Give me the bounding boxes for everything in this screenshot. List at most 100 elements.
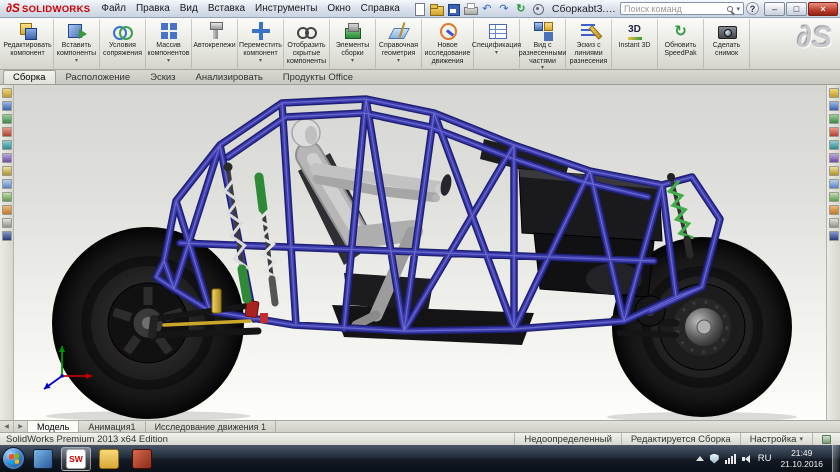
right-toolbar-icon[interactable] — [829, 218, 839, 228]
dropdown-arrow-icon[interactable]: ▾ — [167, 58, 170, 65]
menu-edit[interactable]: Правка — [131, 3, 175, 14]
menu-window[interactable]: Окно — [322, 3, 355, 14]
right-toolbar-icon[interactable] — [829, 179, 839, 189]
taskbar-app-solidworks[interactable]: SW — [61, 447, 91, 471]
left-toolbar-icon[interactable] — [2, 101, 12, 111]
options-gear-icon[interactable] — [531, 2, 545, 16]
show-hidden-components-icon — [297, 21, 317, 41]
taskbar-app-media[interactable] — [28, 447, 58, 471]
viewport-canvas[interactable] — [14, 85, 826, 420]
network-icon[interactable] — [725, 454, 736, 464]
clock[interactable]: 21:49 21.10.2016 — [777, 448, 826, 468]
language-indicator[interactable]: RU — [758, 453, 772, 464]
left-toolbar-icon[interactable] — [2, 127, 12, 137]
right-toolbar-icon[interactable] — [829, 205, 839, 215]
ribbon-button-pattern-components[interactable]: Массив компонентов ▾ — [146, 19, 192, 68]
tray-expand-icon[interactable] — [696, 456, 704, 461]
ribbon-button-mate[interactable]: Условия сопряжения — [100, 19, 146, 68]
tab-sketch[interactable]: Эскиз — [140, 70, 185, 84]
tab-animation[interactable]: Анимация1 — [79, 421, 145, 432]
tab-motion-study[interactable]: Исследование движения 1 — [146, 421, 276, 432]
ribbon-button-show-hidden-components[interactable]: Отобразить скрытые компоненты — [284, 19, 330, 68]
dropdown-arrow-icon[interactable]: ▾ — [397, 58, 400, 65]
open-file-icon[interactable] — [429, 2, 443, 16]
menu-help[interactable]: Справка — [356, 3, 405, 14]
menu-file[interactable]: Файл — [96, 3, 131, 14]
save-icon[interactable] — [446, 2, 460, 16]
configuration-selector[interactable]: Настройка ▾ — [740, 433, 812, 445]
tab-scroll-right-icon[interactable]: ▶ — [14, 421, 28, 432]
ribbon-button-label: Элементы сборки — [330, 42, 375, 58]
left-toolbar-icon[interactable] — [2, 192, 12, 202]
ribbon-button-new-motion-study[interactable]: Новое исследование движения — [422, 19, 474, 68]
action-center-icon[interactable] — [710, 454, 719, 464]
left-toolbar-icon[interactable] — [2, 114, 12, 124]
start-button[interactable] — [2, 447, 25, 470]
right-toolbar-icon[interactable] — [829, 114, 839, 124]
ribbon-button-label: Обновить SpeedPak — [658, 42, 703, 58]
graphics-viewport[interactable] — [14, 85, 826, 420]
redo-icon[interactable]: ↷ — [497, 2, 511, 16]
ribbon-button-update-speedpak[interactable]: Обновить SpeedPak — [658, 19, 704, 68]
left-toolbar-icon[interactable] — [2, 205, 12, 215]
maximize-button[interactable]: □ — [786, 2, 807, 16]
tab-assembly[interactable]: Сборка — [3, 70, 56, 84]
close-button[interactable]: × — [808, 2, 838, 16]
tab-model[interactable]: Модель — [28, 421, 79, 432]
menu-view[interactable]: Вид — [175, 3, 203, 14]
minimize-button[interactable]: – — [764, 2, 785, 16]
search-dropdown-icon[interactable]: ▾ — [736, 5, 740, 13]
ribbon-button-reference-geometry[interactable]: Справочная геометрия ▾ — [376, 19, 422, 68]
right-toolbar-icon[interactable] — [829, 153, 839, 163]
help-button[interactable]: ? — [746, 2, 759, 15]
show-desktop-button[interactable] — [832, 445, 839, 472]
right-toolbar-icon[interactable] — [829, 101, 839, 111]
dropdown-arrow-icon[interactable]: ▾ — [75, 58, 78, 65]
dropdown-arrow-icon[interactable]: ▾ — [495, 50, 498, 57]
ribbon-button-edit-component[interactable]: Редактировать компонент — [2, 19, 54, 68]
ribbon-button-smart-fasteners[interactable]: Автокрепежи — [192, 19, 238, 68]
ribbon-button-instant-3d[interactable]: Instant 3D — [612, 19, 658, 68]
left-toolbar-icon[interactable] — [2, 166, 12, 176]
menu-insert[interactable]: Вставка — [203, 3, 250, 14]
tab-layout[interactable]: Расположение — [56, 70, 141, 84]
undo-icon[interactable]: ↶ — [480, 2, 494, 16]
tab-evaluate[interactable]: Анализировать — [186, 70, 273, 84]
left-toolbar-icon[interactable] — [2, 153, 12, 163]
update-speedpak-icon — [671, 21, 691, 41]
ribbon-button-exploded-view[interactable]: Вид с разнесенными частями ▾ — [520, 19, 566, 68]
ribbon-button-explode-line-sketch[interactable]: Эскиз с линиями разнесения — [566, 19, 612, 68]
command-search-box[interactable]: Поиск команд ▾ — [620, 2, 744, 15]
left-toolbar-icon[interactable] — [2, 179, 12, 189]
dropdown-arrow-icon[interactable]: ▾ — [351, 58, 354, 65]
left-toolbar-icon[interactable] — [2, 140, 12, 150]
ribbon-button-move-component[interactable]: Переместить компонент ▾ — [238, 19, 284, 68]
left-toolbar-icon[interactable] — [2, 218, 12, 228]
taskbar-app-explorer[interactable] — [94, 447, 124, 471]
new-document-icon[interactable] — [412, 2, 426, 16]
red-bracket — [260, 313, 268, 323]
menu-tools[interactable]: Инструменты — [250, 3, 322, 14]
dropdown-arrow-icon[interactable]: ▾ — [259, 58, 262, 65]
right-toolbar-icon[interactable] — [829, 88, 839, 98]
right-toolbar-icon[interactable] — [829, 140, 839, 150]
ribbon-button-bill-of-materials[interactable]: Спецификация ▾ — [474, 19, 520, 68]
ribbon-button-take-snapshot[interactable]: Сделать снимок — [704, 19, 750, 68]
status-icon-cell[interactable] — [812, 433, 840, 445]
tab-office-products[interactable]: Продукты Office — [273, 70, 363, 84]
left-toolbar-icon[interactable] — [2, 88, 12, 98]
window-controls: – □ × — [764, 2, 838, 16]
rebuild-icon[interactable]: ↻ — [514, 2, 528, 16]
ribbon-button-insert-components[interactable]: Вставить компоненты ▾ — [54, 19, 100, 68]
ribbon-button-assembly-features[interactable]: Элементы сборки ▾ — [330, 19, 376, 68]
right-toolbar-icon[interactable] — [829, 166, 839, 176]
tab-scroll-left-icon[interactable]: ◀ — [0, 421, 14, 432]
right-toolbar-icon[interactable] — [829, 127, 839, 137]
volume-icon[interactable] — [742, 454, 752, 464]
edit-component-icon — [18, 21, 38, 41]
taskbar-app-viewer[interactable] — [127, 447, 157, 471]
left-toolbar-icon[interactable] — [2, 231, 12, 241]
right-toolbar-icon[interactable] — [829, 231, 839, 241]
print-icon[interactable] — [463, 2, 477, 16]
right-toolbar-icon[interactable] — [829, 192, 839, 202]
